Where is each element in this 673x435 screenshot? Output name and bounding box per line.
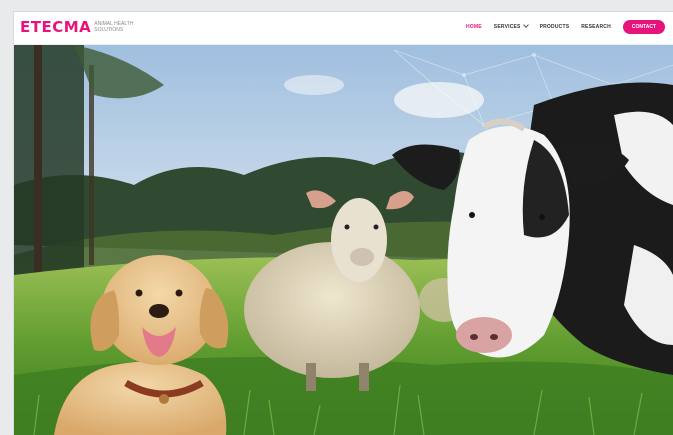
site-header: ETECMA ANIMAL HEALTH SOLUTIONS HOME SERV… [14,12,673,45]
main-nav: HOME SERVICES PRODUCTS RESEARCH CONTACT [466,20,665,34]
hero-image [14,45,673,435]
browser-page: ETECMA ANIMAL HEALTH SOLUTIONS HOME SERV… [14,12,673,435]
tree-trunk [89,65,94,265]
cloud [284,75,344,95]
tree-trunk [34,45,42,305]
nav-item-research[interactable]: RESEARCH [581,24,611,30]
nav-item-products[interactable]: PRODUCTS [540,24,570,30]
nav-item-services[interactable]: SERVICES [493,22,529,30]
contact-button[interactable]: CONTACT [622,20,665,34]
nav-item-services-label: SERVICES [493,24,521,30]
brand-tagline: ANIMAL HEALTH SOLUTIONS [94,21,134,33]
chevron-down-icon [522,22,529,28]
brand-name: ETECMA [20,18,92,36]
brand-logo[interactable]: ETECMA ANIMAL HEALTH SOLUTIONS [20,18,134,36]
cloud [394,82,484,118]
hero-banner [14,45,673,435]
tree-left [14,45,84,305]
nav-item-home[interactable]: HOME [466,24,482,30]
